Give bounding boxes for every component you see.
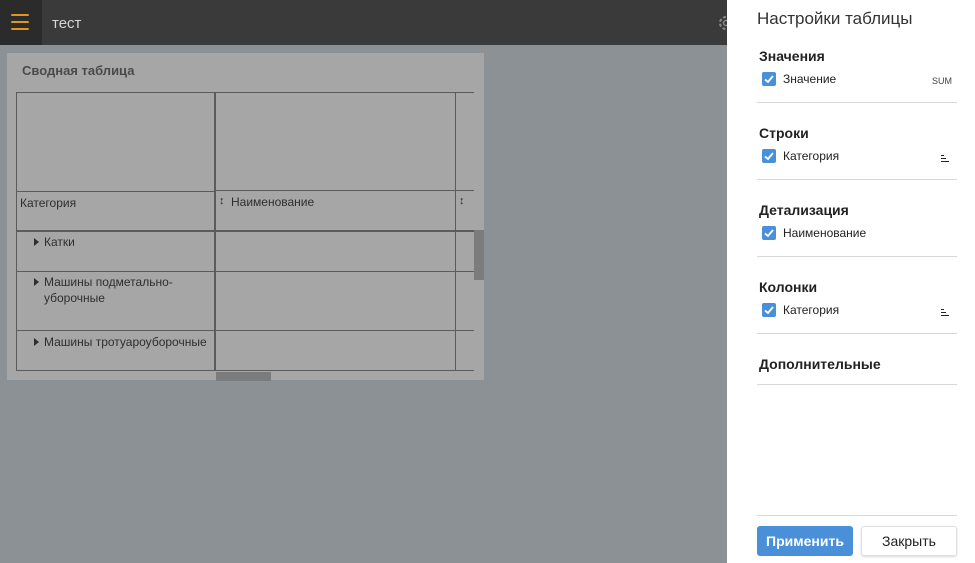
close-button[interactable]: Закрыть [861,526,957,556]
section-detail-title: Детализация [759,202,849,218]
settings-panel: Настройки таблицы Значения Значение SUM … [727,0,975,563]
columns-item-label: Категория [783,303,840,317]
checkbox-checked-icon[interactable] [762,72,776,86]
checkbox-checked-icon[interactable] [762,149,776,163]
detail-item[interactable]: Наименование [762,226,972,244]
app-title: тест [52,15,82,32]
detail-item-label: Наименование [783,226,867,240]
section-columns-title: Колонки [759,279,818,295]
checkbox-checked-icon[interactable] [762,303,776,317]
horizontal-scrollbar[interactable] [216,372,271,381]
menu-button[interactable] [0,0,42,45]
expand-icon[interactable] [34,238,39,246]
column-header[interactable]: Наименование [231,194,314,210]
hamburger-icon [11,14,29,30]
checkbox-checked-icon[interactable] [762,226,776,240]
section-rows-title: Строки [759,125,809,141]
pivot-title: Сводная таблица [22,63,135,78]
section-values-title: Значения [759,48,825,64]
pivot-grid: Категория ↕ Наименование ↕ Катки Машины … [16,92,474,371]
row-header[interactable]: Категория [20,195,76,211]
row-cell: Машины тротуароуборочные [44,335,207,349]
vertical-scrollbar[interactable] [474,230,484,280]
aggregate-label[interactable]: SUM [932,76,952,86]
rows-item-label: Категория [783,149,840,163]
sort-icon[interactable]: ↕ [459,195,465,207]
sort-icon[interactable]: ↕ [219,195,225,207]
panel-title: Настройки таблицы [757,9,913,28]
section-extra-title: Дополнительные [759,356,881,372]
values-item-label: Значение [783,72,837,86]
row-cell: Машины подметально- уборочные [44,275,173,305]
expand-icon[interactable] [34,338,39,346]
sort-order-icon[interactable] [941,309,949,317]
sort-order-icon[interactable] [941,155,949,163]
apply-button[interactable]: Применить [757,526,853,556]
row-cell: Катки [44,235,75,249]
expand-icon[interactable] [34,278,39,286]
